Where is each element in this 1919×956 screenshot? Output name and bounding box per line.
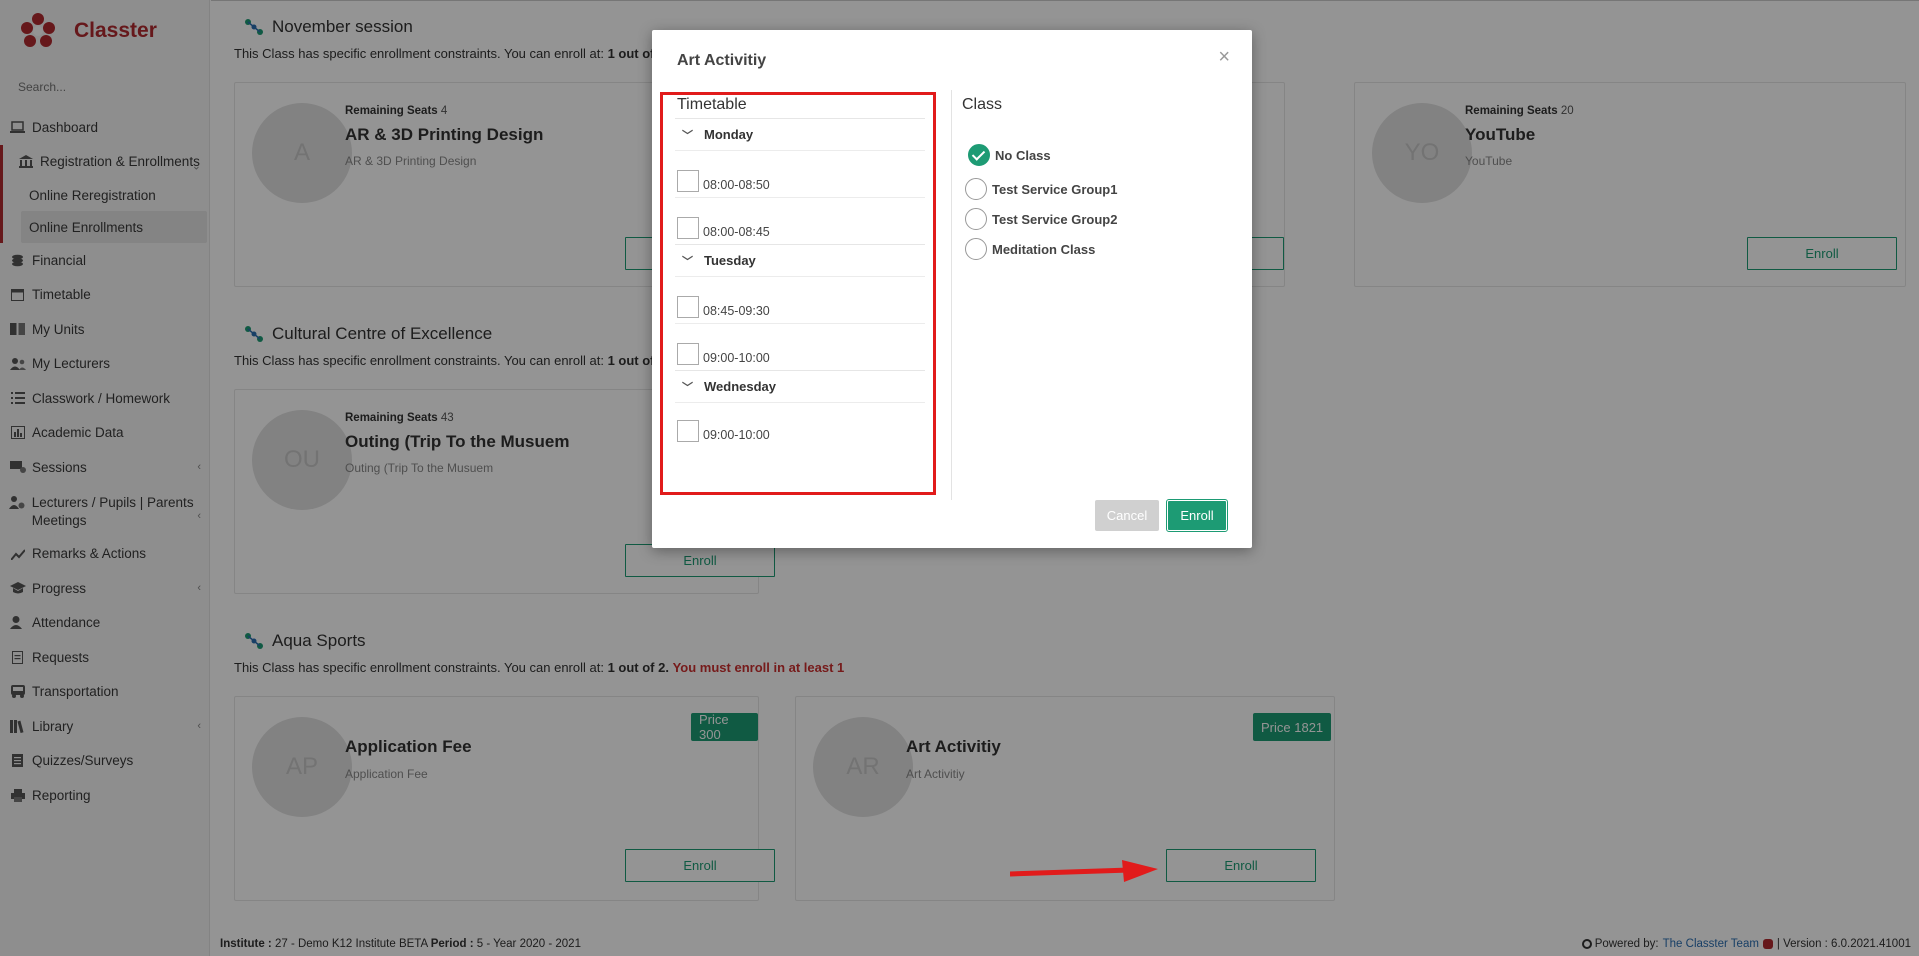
close-icon[interactable]: × bbox=[1218, 46, 1230, 69]
enroll-submit-button[interactable]: Enroll bbox=[1166, 499, 1228, 532]
class-radio-list: No Class Test Service Group1 Test Servic… bbox=[965, 140, 1117, 264]
column-divider bbox=[951, 90, 952, 500]
class-heading: Class bbox=[962, 96, 1003, 113]
class-option-label: Test Service Group1 bbox=[992, 181, 1118, 197]
modal-title: Art Activitiy bbox=[677, 52, 767, 69]
class-option[interactable]: Meditation Class bbox=[965, 234, 1117, 264]
cancel-button[interactable]: Cancel bbox=[1095, 500, 1159, 531]
class-option[interactable]: Test Service Group2 bbox=[965, 204, 1117, 234]
annotation-arrow-icon bbox=[1009, 860, 1160, 887]
class-option-label: No Class bbox=[995, 147, 1051, 163]
radio-checked-icon[interactable] bbox=[968, 144, 990, 166]
class-option-label: Meditation Class bbox=[992, 241, 1096, 257]
class-option[interactable]: No Class bbox=[965, 140, 1117, 170]
radio-button[interactable] bbox=[965, 238, 987, 260]
radio-button[interactable] bbox=[965, 208, 987, 230]
radio-button[interactable] bbox=[965, 178, 987, 200]
class-option-label: Test Service Group2 bbox=[992, 211, 1118, 227]
annotation-highlight-box bbox=[660, 92, 936, 495]
class-option[interactable]: Test Service Group1 bbox=[965, 174, 1117, 204]
